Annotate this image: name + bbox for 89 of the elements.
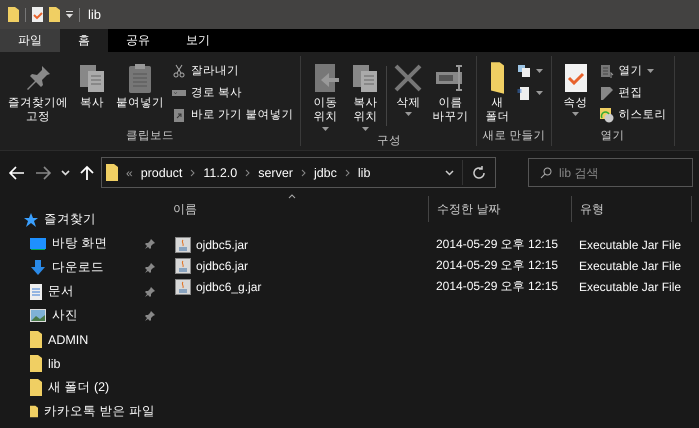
- modified-date: 2014-05-29 오후 12:15: [435, 236, 560, 253]
- ribbon-button[interactable]: 복사: [73, 60, 111, 112]
- desktop-icon: [30, 236, 46, 250]
- chevron-icon: [190, 168, 196, 176]
- ribbon-button[interactable]: 이동 위치: [306, 60, 344, 133]
- ribbon-button[interactable]: 바로 가기 붙여넣기: [169, 104, 296, 125]
- document-icon: [30, 284, 42, 300]
- breadcrumb[interactable]: product: [140, 166, 182, 180]
- group-label: 새로 만들기: [482, 129, 546, 144]
- ribbon-tab[interactable]: 공유: [108, 29, 168, 52]
- refresh-icon: [473, 166, 485, 179]
- delete-icon: [392, 62, 424, 94]
- ribbon-button[interactable]: 속성: [556, 60, 595, 118]
- folder-icon[interactable]: [8, 7, 19, 22]
- sidebar-item[interactable]: 카카오톡 받은 파일: [24, 401, 155, 422]
- overflow-marker[interactable]: «: [126, 166, 133, 180]
- folder-icon: [106, 164, 118, 181]
- jar-file-icon: [175, 278, 191, 294]
- chevron-down-icon: [61, 170, 70, 176]
- file-type: Executable Jar File: [578, 258, 682, 272]
- file-type: Executable Jar File: [578, 238, 682, 252]
- ribbon-button[interactable]: 이름 바꾸기: [429, 60, 472, 127]
- window-title: lib: [88, 7, 102, 22]
- forward-arrow-icon: [35, 166, 51, 180]
- chevron-icon: [300, 168, 306, 176]
- breadcrumb[interactable]: lib: [358, 166, 370, 180]
- ribbon-button[interactable]: 잘라내기: [169, 60, 296, 81]
- sidebar-item[interactable]: 문서: [24, 281, 155, 302]
- chevron-down-icon[interactable]: [445, 170, 454, 176]
- dropdown-icon[interactable]: [66, 11, 73, 18]
- properties-icon[interactable]: [32, 7, 43, 22]
- folder-icon: [490, 62, 504, 94]
- column-header[interactable]: 이름: [165, 196, 428, 222]
- folder-icon[interactable]: [49, 7, 60, 22]
- scissors-icon: [171, 62, 187, 78]
- ribbon-button[interactable]: 히스토리: [596, 104, 669, 125]
- ribbon-tab[interactable]: 보기: [168, 29, 228, 52]
- group-label: 클립보드: [126, 129, 174, 144]
- pictures-icon: [30, 309, 46, 322]
- ribbon-button[interactable]: 붙여넣기: [113, 60, 167, 112]
- group-label: 구성: [376, 134, 401, 149]
- open-icon: [598, 62, 615, 78]
- ribbon-button[interactable]: 즐겨찾기에 고정: [5, 60, 71, 127]
- ribbon-button[interactable]: 새 폴더: [482, 60, 512, 127]
- star-icon: [24, 212, 38, 226]
- ribbon-button[interactable]: 삭제: [389, 60, 428, 118]
- search-field[interactable]: lib 검색: [528, 158, 693, 187]
- file-name[interactable]: ojdbc6_g.jar: [165, 278, 428, 294]
- search-icon: [540, 167, 552, 179]
- breadcrumb[interactable]: jdbc: [314, 166, 337, 180]
- column-header[interactable]: 수정한 날짜: [428, 196, 571, 222]
- download-icon: [30, 260, 46, 276]
- sidebar-item[interactable]: 사진: [24, 305, 155, 326]
- modified-date: 2014-05-29 오후 12:15: [435, 278, 560, 295]
- ribbon-button[interactable]: 복사 위치: [346, 60, 384, 133]
- sidebar-item[interactable]: 바탕 화면: [24, 233, 155, 254]
- ribbon-button[interactable]: 열기: [596, 60, 669, 81]
- history-icon: [598, 106, 615, 122]
- breadcrumb[interactable]: 11.2.0: [203, 166, 238, 180]
- ribbon-button[interactable]: 편집: [596, 82, 669, 103]
- jar-file-icon: [175, 236, 191, 252]
- modified-date: 2014-05-29 오후 12:15: [435, 257, 560, 274]
- sidebar-item[interactable]: ADMIN: [24, 329, 155, 350]
- folder-icon: [30, 355, 42, 372]
- ribbon-button[interactable]: 경로 복사: [169, 82, 296, 103]
- folder-icon: [30, 403, 38, 420]
- edit-icon: [598, 84, 615, 100]
- address-bar[interactable]: « product 11.2.0 server jdbc lib: [101, 157, 496, 188]
- folder-icon: [30, 331, 42, 348]
- column-header[interactable]: 유형: [571, 196, 692, 222]
- ribbon-tab[interactable]: 홈: [60, 29, 108, 52]
- file-type: Executable Jar File: [578, 280, 682, 294]
- up-arrow-icon: [80, 164, 94, 180]
- sidebar-item[interactable]: 즐겨찾기: [24, 209, 155, 230]
- sidebar-item[interactable]: 새 폴더 (2): [24, 377, 155, 398]
- new-item-icon: [516, 62, 532, 78]
- chevron-icon: [344, 168, 350, 176]
- breadcrumb[interactable]: server: [258, 166, 293, 180]
- chevron-icon: [245, 168, 250, 176]
- file-name[interactable]: ojdbc6.jar: [165, 258, 428, 274]
- shortcut-icon: [171, 106, 187, 122]
- jar-file-icon: [175, 258, 191, 274]
- ribbon-tab[interactable]: 파일: [0, 29, 60, 52]
- back-arrow-icon: [9, 166, 25, 180]
- sidebar-item[interactable]: 다운로드: [24, 257, 155, 278]
- file-name[interactable]: ojdbc5.jar: [165, 236, 428, 252]
- group-label: 열기: [600, 129, 625, 144]
- sidebar-item[interactable]: lib: [24, 353, 155, 374]
- folder-icon: [30, 379, 42, 396]
